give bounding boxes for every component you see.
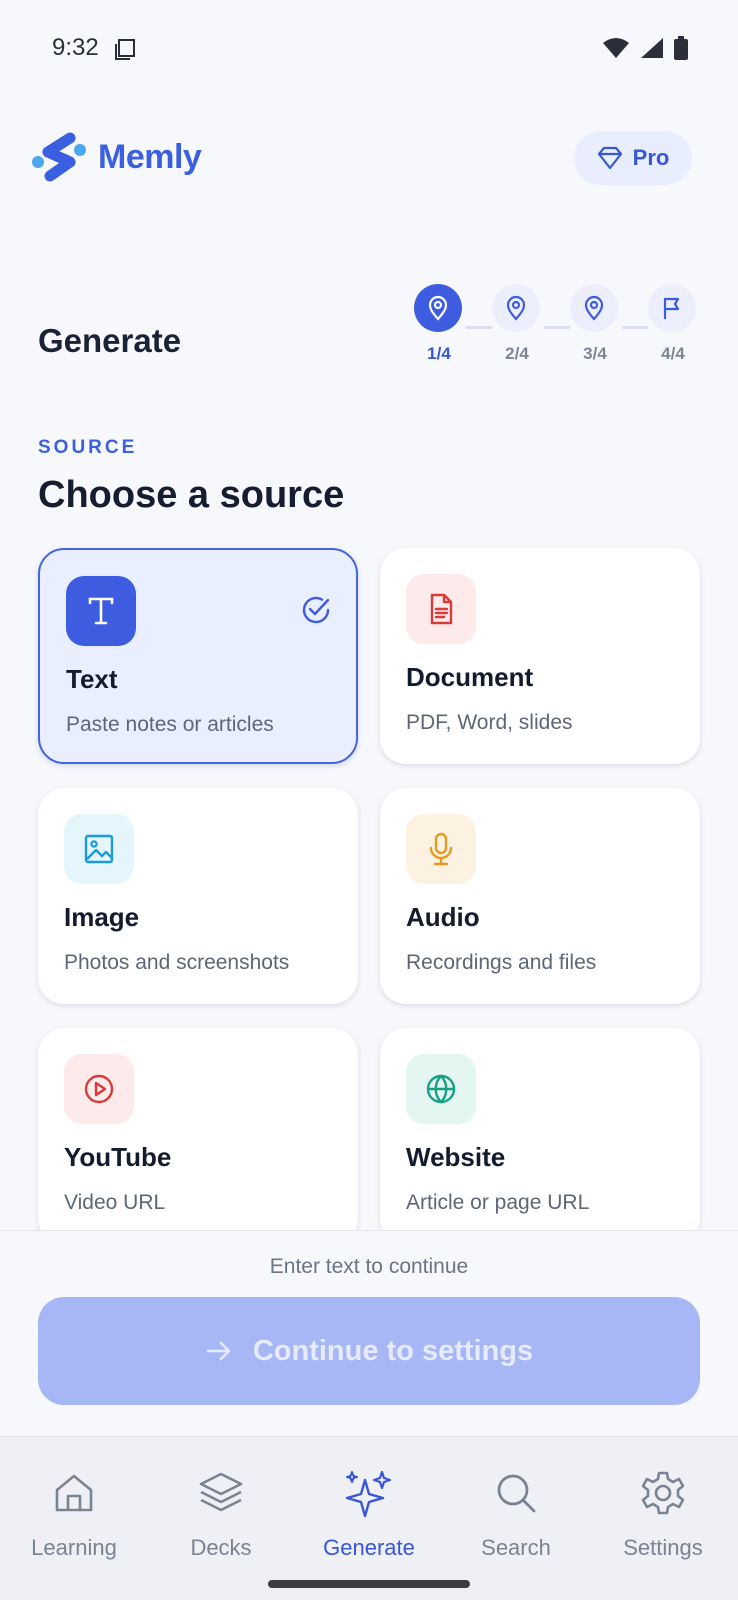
source-title: Audio xyxy=(406,902,480,932)
nav-item-settings[interactable]: Settings xyxy=(593,1467,733,1561)
step-3: 3/4 xyxy=(570,284,620,364)
status-time: 9:32 xyxy=(52,34,99,61)
source-card-website[interactable]: Website Article or page URL xyxy=(380,1028,700,1230)
source-grid: Text Paste notes or articles Document PD… xyxy=(0,540,738,1230)
play-circle-icon xyxy=(84,1074,114,1104)
document-icon xyxy=(430,593,453,625)
search-icon xyxy=(497,1474,536,1513)
bottom-nav: Learning Decks Generate Search Settings xyxy=(0,1436,738,1600)
status-bar: 9:32 xyxy=(0,0,738,96)
source-subtitle: Video URL xyxy=(64,1191,166,1214)
app-header: Memly Pro xyxy=(0,128,738,188)
nav-label: Search xyxy=(481,1535,551,1560)
app-name: Memly xyxy=(98,137,202,176)
location-pin-icon xyxy=(428,295,448,321)
step-2: 2/4 xyxy=(492,284,542,364)
nav-label: Learning xyxy=(31,1535,117,1560)
step-1-label: 1/4 xyxy=(427,344,451,363)
source-subtitle: Photos and screenshots xyxy=(64,951,290,974)
step-4-label: 4/4 xyxy=(661,344,685,363)
step-1: 1/4 xyxy=(414,284,464,364)
cell-signal-icon xyxy=(640,37,664,64)
nav-item-decks[interactable]: Decks xyxy=(151,1467,291,1561)
diamond-icon xyxy=(597,146,622,170)
microphone-icon xyxy=(429,832,453,866)
globe-icon xyxy=(426,1074,456,1104)
image-icon xyxy=(84,834,114,864)
home-indicator[interactable] xyxy=(268,1580,470,1588)
source-card-audio[interactable]: Audio Recordings and files xyxy=(380,788,700,1004)
nav-label: Generate xyxy=(323,1535,415,1560)
source-subtitle: PDF, Word, slides xyxy=(406,711,573,734)
memly-logo-icon xyxy=(32,132,86,182)
text-t-icon xyxy=(88,597,114,625)
app-logo: Memly xyxy=(30,132,202,182)
arrow-right-icon xyxy=(206,1341,231,1361)
step-4: 4/4 xyxy=(648,284,698,364)
source-subtitle: Recordings and files xyxy=(406,951,597,974)
pro-button[interactable]: Pro xyxy=(574,131,692,185)
nav-label: Settings xyxy=(623,1535,703,1560)
continue-label: Continue to settings xyxy=(252,1334,534,1367)
section-eyebrow: SOURCE xyxy=(38,437,138,458)
nav-item-learning[interactable]: Learning xyxy=(4,1467,144,1561)
step-2-label: 2/4 xyxy=(505,344,529,363)
page-title: Generate xyxy=(38,322,182,359)
home-icon xyxy=(55,1474,93,1512)
source-title: Image xyxy=(64,902,140,932)
source-card-document[interactable]: Document PDF, Word, slides xyxy=(380,548,700,764)
wifi-icon xyxy=(602,37,630,64)
nav-label: Decks xyxy=(190,1535,252,1560)
battery-icon xyxy=(674,36,688,65)
location-pin-icon xyxy=(506,295,526,321)
source-subtitle: Article or page URL xyxy=(406,1191,590,1214)
section-title: Choose a source xyxy=(38,474,345,516)
nav-item-search[interactable]: Search xyxy=(446,1467,586,1561)
layers-icon xyxy=(199,1472,243,1512)
source-title: YouTube xyxy=(64,1142,172,1172)
source-card-text[interactable]: Text Paste notes or articles xyxy=(38,548,358,764)
sparkles-icon xyxy=(345,1470,392,1518)
helper-text: Enter text to continue xyxy=(269,1255,469,1278)
continue-button[interactable]: Continue to settings xyxy=(38,1297,700,1405)
source-title: Text xyxy=(66,664,118,694)
progress-stepper: 1/4 2/4 3/4 4/4 xyxy=(410,284,700,364)
location-pin-icon xyxy=(584,295,604,321)
flag-icon xyxy=(663,297,680,319)
action-panel: Enter text to continue Continue to setti… xyxy=(0,1230,738,1436)
source-title: Website xyxy=(406,1142,506,1172)
sim-card-icon xyxy=(114,38,136,65)
source-title: Document xyxy=(406,662,534,692)
pro-label: Pro xyxy=(632,145,670,170)
check-circle-icon xyxy=(302,596,330,624)
source-subtitle: Paste notes or articles xyxy=(66,713,274,736)
source-card-youtube[interactable]: YouTube Video URL xyxy=(38,1028,358,1230)
nav-item-generate[interactable]: Generate xyxy=(299,1467,439,1561)
step-3-label: 3/4 xyxy=(583,344,607,363)
gear-icon xyxy=(641,1471,685,1515)
source-card-image[interactable]: Image Photos and screenshots xyxy=(38,788,358,1004)
